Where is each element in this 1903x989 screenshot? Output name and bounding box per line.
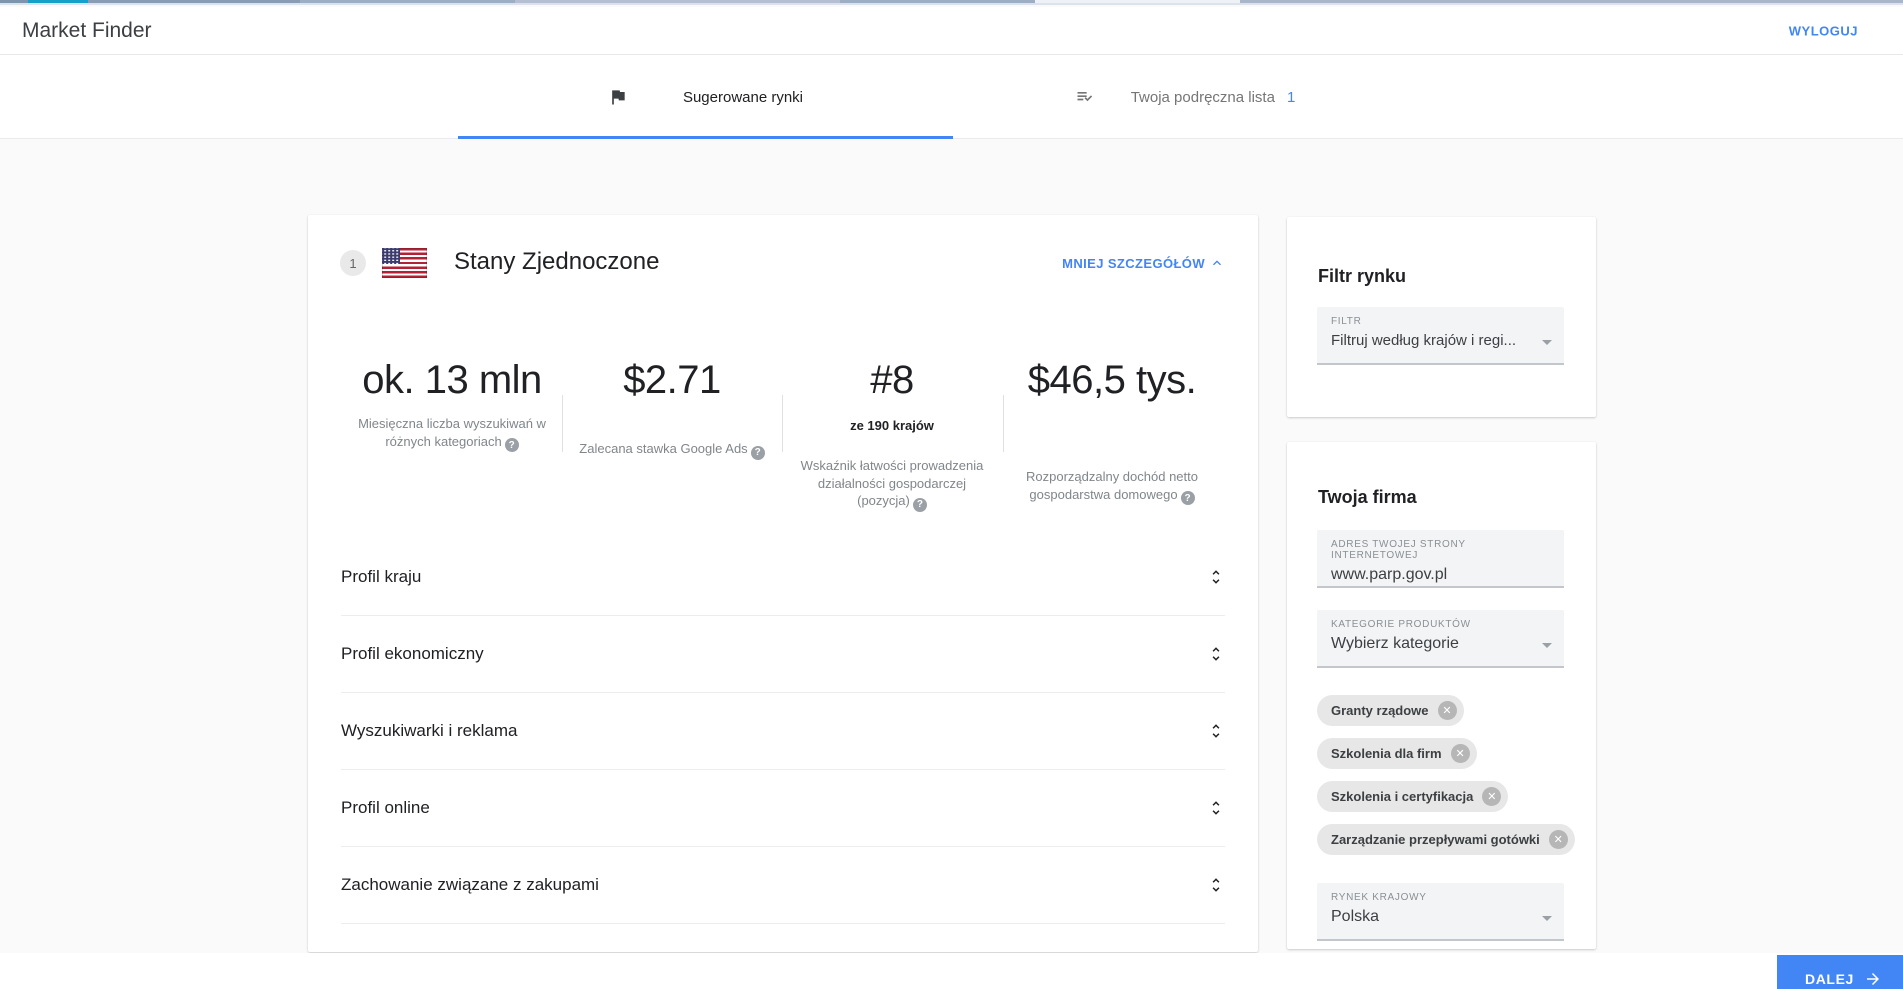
market-filter-heading: Filtr rynku <box>1318 266 1407 286</box>
country-title: Stany Zjednoczone <box>454 248 660 275</box>
stat-caption: Wskaźnik łatwości prowadzenia działalnoś… <box>790 457 994 512</box>
stat-caption: Zalecana stawka Google Ads? <box>570 440 774 460</box>
accordion-row-economic-profile[interactable]: Profil ekonomiczny <box>341 616 1225 693</box>
stat-divider <box>562 395 563 452</box>
help-icon[interactable]: ? <box>1180 491 1195 506</box>
stat-value: $46,5 tys. <box>1027 358 1197 402</box>
next-button-label: DALEJ <box>1805 971 1854 987</box>
accordion-row-country-profile[interactable]: Profil kraju <box>341 539 1225 616</box>
category-chip: Zarządzanie przepływami gotówki ✕ <box>1317 824 1575 855</box>
browser-edge-strip <box>0 0 1903 5</box>
country-sections-accordion: Profil kraju Profil ekonomiczny Wyszukiw… <box>341 539 1225 924</box>
help-icon[interactable]: ? <box>750 445 765 460</box>
stat-caption-text: Wskaźnik łatwości prowadzenia działalnoś… <box>800 458 984 509</box>
close-icon: ✕ <box>1442 705 1452 717</box>
stat-ease-of-business: #8 ze 190 krajów Wskaźnik łatwości prowa… <box>782 357 1002 512</box>
app-bar: Market Finder WYLOGUJ <box>0 7 1903 55</box>
accordion-row-purchase-behavior[interactable]: Zachowanie związane z zakupami <box>341 847 1225 924</box>
filter-select[interactable]: FILTR Filtruj według krajów i regi... <box>1317 307 1564 365</box>
stat-monthly-searches: ok. 13 mln Miesięczna liczba wyszukiwań … <box>342 357 562 512</box>
stat-caption-text: Rozporządzalny dochód netto gospodarstwa… <box>1025 469 1198 502</box>
filter-select-label: FILTR <box>1331 316 1362 327</box>
unfold-more-icon <box>1207 876 1225 894</box>
stat-household-income: $46,5 tys. Rozporządzalny dochód netto g… <box>1002 357 1222 512</box>
tab-suggested-markets[interactable]: Sugerowane rynki <box>458 55 953 139</box>
your-company-heading: Twoja firma <box>1318 487 1417 507</box>
chip-label: Szkolenia dla firm <box>1331 746 1442 761</box>
details-toggle-button[interactable]: MNIEJ SZCZEGÓŁÓW <box>1062 255 1225 271</box>
chip-remove-button[interactable]: ✕ <box>1482 787 1502 806</box>
chip-remove-button[interactable]: ✕ <box>1548 830 1568 849</box>
dropdown-arrow-icon <box>1542 643 1552 648</box>
stat-caption: Miesięczna liczba wyszukiwań w różnych k… <box>350 415 554 453</box>
rank-badge: 1 <box>340 250 366 276</box>
tab-label: Sugerowane rynki <box>682 88 804 106</box>
stat-divider <box>1003 395 1004 452</box>
accordion-label: Profil kraju <box>341 567 422 586</box>
your-company-card: Twoja firma ADRES TWOJEJ STRONY INTERNET… <box>1287 442 1596 949</box>
unfold-more-icon <box>1207 722 1225 740</box>
stat-value: ok. 13 mln <box>362 358 542 402</box>
chip-label: Granty rządowe <box>1331 703 1429 718</box>
flag-icon <box>608 87 628 107</box>
stat-value: $2.71 <box>623 358 721 402</box>
us-flag-icon <box>382 248 427 278</box>
accordion-label: Zachowanie związane z zakupami <box>341 875 599 894</box>
chip-label: Szkolenia i certyfikacja <box>1331 789 1474 804</box>
filter-select-value: Filtruj według krajów i regi... <box>1331 332 1517 349</box>
unfold-more-icon <box>1207 645 1225 663</box>
active-tab-underline <box>458 136 953 139</box>
help-icon[interactable]: ? <box>912 497 927 512</box>
next-button[interactable]: DALEJ <box>1777 955 1903 989</box>
dropdown-arrow-icon <box>1542 916 1552 921</box>
stat-subvalue: ze 190 krajów <box>850 418 934 433</box>
category-chip: Szkolenia i certyfikacja ✕ <box>1317 781 1509 812</box>
home-market-select[interactable]: RYNEK KRAJOWY Polska <box>1317 883 1564 941</box>
stat-value: #8 <box>870 358 914 402</box>
close-icon: ✕ <box>1553 834 1563 846</box>
market-card: 1 Stany Zjednoczone MNIEJ SZCZEGÓŁÓW ok.… <box>308 215 1258 952</box>
playlist-check-icon <box>1075 87 1095 107</box>
footer-bar: DALEJ <box>0 953 1903 989</box>
unfold-more-icon <box>1207 568 1225 586</box>
categories-select[interactable]: KATEGORIE PRODUKTÓW Wybierz kategorie <box>1317 610 1564 668</box>
chip-remove-button[interactable]: ✕ <box>1450 744 1470 763</box>
stat-caption: Rozporządzalny dochód netto gospodarstwa… <box>1010 468 1214 506</box>
home-market-label: RYNEK KRAJOWY <box>1331 892 1427 903</box>
tab-bar: Sugerowane rynki Twoja podręczna lista 1 <box>0 55 1903 139</box>
close-icon: ✕ <box>1487 791 1497 803</box>
chip-label: Zarządzanie przepływami gotówki <box>1331 832 1540 847</box>
dropdown-arrow-icon <box>1542 340 1552 345</box>
unfold-more-icon <box>1207 799 1225 817</box>
accordion-row-search-ads[interactable]: Wyszukiwarki i reklama <box>341 693 1225 770</box>
website-field[interactable]: ADRES TWOJEJ STRONY INTERNETOWEJ www.par… <box>1317 530 1564 588</box>
stat-recommended-bid: $2.71 Zalecana stawka Google Ads? <box>562 357 782 512</box>
stat-caption-text: Zalecana stawka Google Ads <box>579 441 748 456</box>
tab-your-list[interactable]: Twoja podręczna lista 1 <box>1020 55 1350 139</box>
home-market-value: Polska <box>1331 908 1380 925</box>
arrow-forward-icon <box>1864 970 1882 988</box>
categories-select-label: KATEGORIE PRODUKTÓW <box>1331 619 1471 630</box>
help-icon[interactable]: ? <box>504 438 519 453</box>
categories-select-value: Wybierz kategorie <box>1331 635 1459 652</box>
app-title: Market Finder <box>22 18 152 42</box>
accordion-label: Profil ekonomiczny <box>341 644 484 663</box>
chip-remove-button[interactable]: ✕ <box>1437 701 1457 720</box>
logout-link[interactable]: WYLOGUJ <box>1789 23 1858 38</box>
accordion-row-online-profile[interactable]: Profil online <box>341 770 1225 847</box>
category-chip: Granty rządowe ✕ <box>1317 695 1464 726</box>
chevron-up-icon <box>1209 255 1225 271</box>
tab-count-badge: 1 <box>1286 88 1296 106</box>
close-icon: ✕ <box>1455 748 1465 760</box>
website-field-value: www.parp.gov.pl <box>1331 566 1448 583</box>
stat-divider <box>782 395 783 452</box>
category-chip: Szkolenia dla firm ✕ <box>1317 738 1477 769</box>
tab-label: Twoja podręczna lista <box>1130 88 1275 106</box>
details-toggle-label: MNIEJ SZCZEGÓŁÓW <box>1062 255 1205 271</box>
accordion-label: Wyszukiwarki i reklama <box>341 721 518 740</box>
market-filter-card: Filtr rynku FILTR Filtruj według krajów … <box>1287 217 1596 417</box>
accordion-label: Profil online <box>341 798 430 817</box>
website-field-label: ADRES TWOJEJ STRONY INTERNETOWEJ <box>1331 539 1466 561</box>
